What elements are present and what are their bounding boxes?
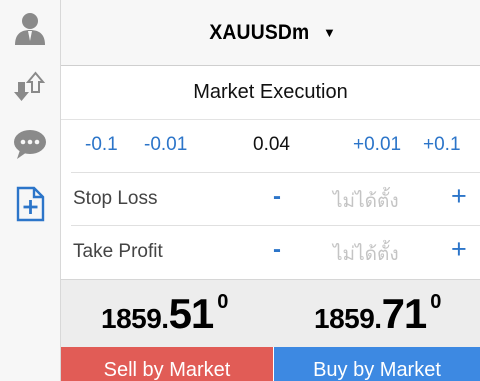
volume-decrease-small-button[interactable]: -0.01 [144,134,187,156]
volume-input[interactable]: 0.04 [253,134,290,156]
quotes-panel: 1859.51 0 1859.71 0 [61,279,480,347]
stop-loss-increase-button[interactable]: + [451,181,467,212]
chevron-down-icon: ▼ [322,25,336,40]
take-profit-decrease-button[interactable]: - [273,236,281,264]
execution-type-selector[interactable]: Market Execution [61,66,480,120]
bid-price-fraction: 0 [217,291,229,313]
bid-price-pips: 51 [168,290,215,337]
order-screen: XAUUSDm ▼ Market Execution -0.1 -0.01 0.… [0,0,480,381]
buy-by-market-button[interactable]: Buy by Market [274,347,480,381]
take-profit-input[interactable]: ไม่ได้ตั้ง [333,239,399,269]
take-profit-increase-button[interactable]: + [451,234,467,265]
volume-decrease-large-button[interactable]: -0.1 [85,134,118,156]
ask-price-pips: 71 [381,290,428,337]
ask-price: 1859.71 0 [314,290,441,338]
stop-loss-row: Stop Loss - ไม่ได้ตั้ง + [61,172,480,225]
divider [71,172,480,173]
volume-row: -0.1 -0.01 0.04 +0.01 +0.1 [61,120,480,172]
ask-price-main: 1859. [314,303,382,334]
take-profit-row: Take Profit - ไม่ได้ตั้ง + [61,225,480,278]
bid-price: 1859.51 0 [101,290,228,338]
bid-price-main: 1859. [101,303,169,334]
symbol-selector[interactable]: XAUUSDm ▼ [61,0,480,66]
volume-increase-large-button[interactable]: +0.1 [423,134,461,156]
take-profit-label: Take Profit [73,241,163,262]
stop-loss-decrease-button[interactable]: - [273,183,281,211]
sell-button-label: Sell by Market [103,359,231,381]
user-icon[interactable] [8,6,52,50]
stop-loss-label: Stop Loss [73,188,158,209]
symbol-name: XAUUSDm [209,20,310,44]
new-order-icon[interactable] [8,182,52,226]
divider [71,225,480,226]
sell-by-market-button[interactable]: Sell by Market [61,347,273,381]
ask-price-fraction: 0 [430,291,442,313]
execution-type-label: Market Execution [193,81,348,103]
volume-increase-small-button[interactable]: +0.01 [353,134,401,156]
transfer-icon[interactable] [8,64,52,108]
chat-icon[interactable] [8,122,52,166]
buy-button-label: Buy by Market [313,359,441,381]
sidebar [0,0,61,381]
stop-loss-input[interactable]: ไม่ได้ตั้ง [333,186,399,216]
